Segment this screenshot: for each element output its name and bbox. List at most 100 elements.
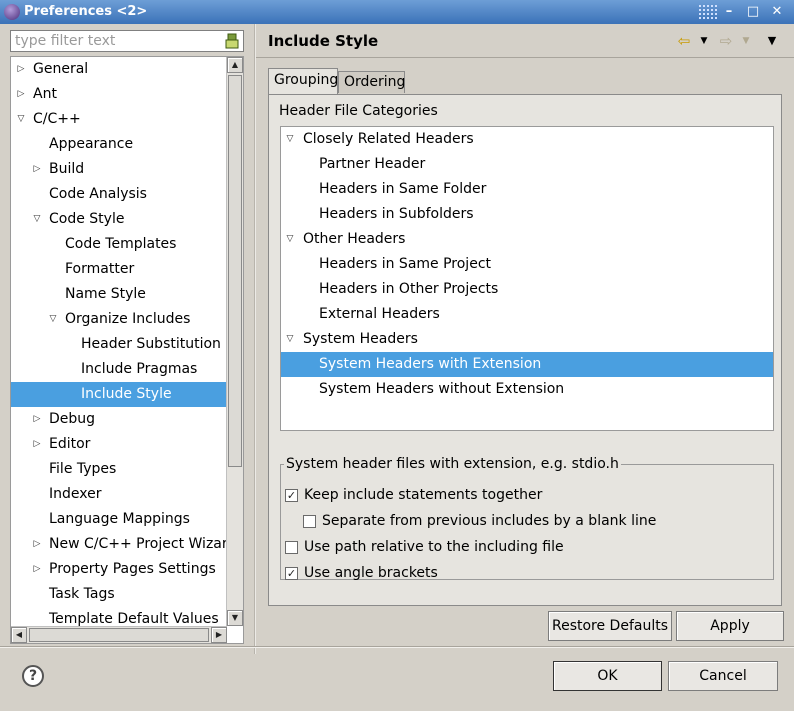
tree-horizontal-scrollbar[interactable]: ◀ ▶: [11, 626, 227, 643]
expanded-arrow-icon[interactable]: ▽: [15, 107, 27, 132]
scroll-up-icon[interactable]: ▲: [227, 57, 243, 73]
category-item[interactable]: ▽ System Headers: [281, 327, 773, 352]
category-label: Other Headers: [303, 231, 406, 247]
scroll-down-icon[interactable]: ▼: [227, 610, 243, 626]
tree-item[interactable]: Appearance: [11, 132, 227, 157]
tree-item[interactable]: ▷ Ant: [11, 82, 227, 107]
back-dropdown-icon[interactable]: ▼: [698, 32, 710, 50]
category-label: Headers in Same Project: [319, 256, 491, 272]
option-label: Keep include statements together: [304, 487, 543, 503]
tree-item[interactable]: Code Analysis: [11, 182, 227, 207]
maximize-button[interactable]: □: [744, 3, 762, 21]
tree-item[interactable]: Include Style: [11, 382, 227, 407]
tree-item-label: Code Templates: [65, 236, 177, 252]
hscroll-thumb[interactable]: [29, 628, 209, 642]
category-item[interactable]: External Headers: [281, 302, 773, 327]
tree-item[interactable]: Task Tags: [11, 582, 227, 607]
restore-defaults-button[interactable]: Restore Defaults: [548, 611, 672, 641]
forward-dropdown-icon[interactable]: ▼: [740, 32, 752, 50]
expanded-arrow-icon[interactable]: ▽: [31, 207, 43, 232]
filter-input[interactable]: [15, 33, 215, 49]
category-item[interactable]: ▽ Other Headers: [281, 227, 773, 252]
collapsed-arrow-icon[interactable]: ▷: [31, 407, 43, 432]
category-item[interactable]: Partner Header: [281, 152, 773, 177]
scroll-thumb[interactable]: [228, 75, 242, 467]
tree-item[interactable]: Name Style: [11, 282, 227, 307]
tab-ordering[interactable]: Ordering: [338, 71, 405, 93]
option-label: Use path relative to the including file: [304, 539, 564, 555]
apply-button[interactable]: Apply: [676, 611, 784, 641]
tree-item[interactable]: ▷ New C/C++ Project Wizard: [11, 532, 237, 557]
checkbox-unchecked-icon[interactable]: [285, 541, 298, 554]
collapsed-arrow-icon[interactable]: ▷: [31, 157, 43, 182]
tree-item[interactable]: ▷ Property Pages Settings: [11, 557, 227, 582]
cancel-button[interactable]: Cancel: [668, 661, 778, 691]
checkbox-checked-icon[interactable]: ✓: [285, 489, 298, 502]
category-item[interactable]: Headers in Subfolders: [281, 202, 773, 227]
clear-filter-icon[interactable]: [225, 33, 239, 49]
category-label: System Headers with Extension: [319, 356, 542, 372]
category-label: Partner Header: [319, 156, 426, 172]
tree-item[interactable]: Include Pragmas: [11, 357, 227, 382]
category-item[interactable]: Headers in Other Projects: [281, 277, 773, 302]
close-button[interactable]: ✕: [768, 3, 786, 21]
tree-vertical-scrollbar[interactable]: ▲ ▼: [226, 57, 243, 626]
tree-item[interactable]: ▷ Editor: [11, 432, 227, 457]
category-label: Headers in Other Projects: [319, 281, 499, 297]
tree-item-label: Organize Includes: [65, 311, 191, 327]
scroll-right-icon[interactable]: ▶: [211, 627, 227, 643]
checkbox-unchecked-icon[interactable]: [303, 515, 316, 528]
tree-item[interactable]: Formatter: [11, 257, 227, 282]
collapsed-arrow-icon[interactable]: ▷: [31, 432, 43, 457]
tree-item[interactable]: ▽ Organize Includes: [11, 307, 227, 332]
forward-arrow-icon[interactable]: ⇨: [716, 32, 736, 50]
expanded-arrow-icon[interactable]: ▽: [283, 327, 297, 352]
tree-item[interactable]: Header Substitution: [11, 332, 227, 357]
tree-item-label: Build: [49, 161, 85, 177]
collapsed-arrow-icon[interactable]: ▷: [15, 82, 27, 107]
tree-item-label: New C/C++ Project Wizard: [49, 536, 237, 552]
expanded-arrow-icon[interactable]: ▽: [47, 307, 59, 332]
pane-divider[interactable]: [254, 24, 256, 654]
window-title: Preferences <2>: [24, 4, 148, 19]
category-item[interactable]: ▽ Closely Related Headers: [281, 127, 773, 152]
tree-item-label: Include Style: [81, 386, 172, 402]
checkbox-checked-icon[interactable]: ✓: [285, 567, 298, 580]
tree-item-label: Language Mappings: [49, 511, 190, 527]
collapsed-arrow-icon[interactable]: ▷: [31, 557, 43, 582]
tree-item-label: Header Substitution: [81, 336, 221, 352]
ok-button[interactable]: OK: [553, 661, 662, 691]
back-arrow-icon[interactable]: ⇦: [674, 32, 694, 50]
collapsed-arrow-icon[interactable]: ▷: [31, 532, 43, 557]
category-item[interactable]: Headers in Same Folder: [281, 177, 773, 202]
collapsed-arrow-icon[interactable]: ▷: [15, 57, 27, 82]
option-label: Use angle brackets: [304, 565, 438, 581]
category-label: System Headers: [303, 331, 418, 347]
tree-item-label: Debug: [49, 411, 96, 427]
category-item[interactable]: System Headers without Extension: [281, 377, 773, 402]
tree-item[interactable]: Code Templates: [11, 232, 227, 257]
tree-item[interactable]: Indexer: [11, 482, 227, 507]
tree-item-label: Property Pages Settings: [49, 561, 216, 577]
tree-item[interactable]: ▷ Build: [11, 157, 227, 182]
expanded-arrow-icon[interactable]: ▽: [283, 227, 297, 252]
tree-item-label: Ant: [33, 86, 57, 102]
minimize-button[interactable]: –: [720, 3, 738, 21]
tab-grouping[interactable]: Grouping: [268, 68, 338, 94]
tree-item[interactable]: ▽ C/C++: [11, 107, 227, 132]
tree-item[interactable]: ▷ General: [11, 57, 227, 82]
tree-item[interactable]: File Types: [11, 457, 227, 482]
category-label: Headers in Same Folder: [319, 181, 487, 197]
category-item[interactable]: Headers in Same Project: [281, 252, 773, 277]
scroll-left-icon[interactable]: ◀: [11, 627, 27, 643]
tree-item-label: Editor: [49, 436, 91, 452]
tree-item[interactable]: ▽ Code Style: [11, 207, 227, 232]
help-icon[interactable]: ?: [22, 665, 44, 687]
grouping-tab-content: Header File Categories ▽ Closely Related …: [268, 94, 782, 606]
category-item[interactable]: System Headers with Extension: [281, 352, 773, 377]
expanded-arrow-icon[interactable]: ▽: [283, 127, 297, 152]
tree-item[interactable]: ▷ Debug: [11, 407, 227, 432]
categories-label: Header File Categories: [279, 103, 438, 119]
view-menu-icon[interactable]: ▼: [762, 32, 782, 50]
tree-item[interactable]: Language Mappings: [11, 507, 227, 532]
